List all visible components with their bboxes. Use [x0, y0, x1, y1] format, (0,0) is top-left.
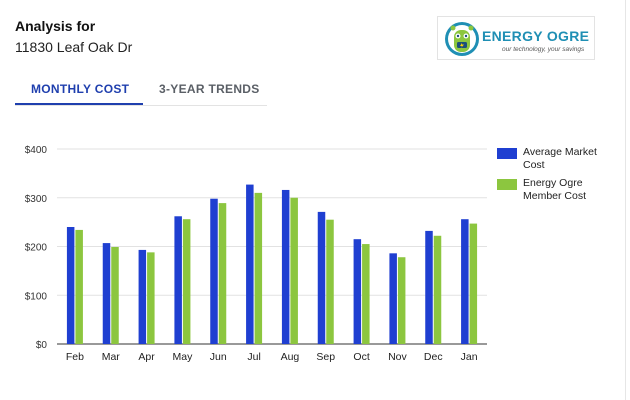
legend-swatch-average: [497, 148, 517, 159]
legend-label-member: Energy Ogre Member Cost: [523, 177, 587, 202]
bar-average: [425, 230, 433, 344]
y-tick-label: $300: [25, 194, 48, 205]
bar-average: [317, 211, 326, 344]
x-tick-label: Jan: [461, 351, 478, 363]
logo-name: ENERGY OGRE: [482, 28, 590, 44]
bar-average: [353, 239, 362, 344]
bar-member: [111, 246, 119, 344]
legend-label-average: Average Market Cost: [523, 146, 597, 171]
x-tick-label: Nov: [388, 351, 407, 363]
y-tick-label: $100: [25, 291, 48, 302]
bar-average: [281, 189, 290, 344]
tab-bar-divider: [15, 105, 267, 106]
bar-average: [66, 227, 75, 344]
ogre-mascot-icon: [445, 22, 479, 56]
bar-member: [147, 252, 155, 344]
chart-legend: Average Market Cost Energy Ogre Member C…: [497, 146, 617, 208]
tab-3-year-trends[interactable]: 3-YEAR TRENDS: [159, 82, 260, 96]
bar-member: [397, 257, 406, 344]
bar-member: [469, 223, 478, 344]
x-tick-label: Oct: [353, 351, 369, 363]
bar-average: [102, 243, 111, 344]
bar-average: [246, 184, 254, 344]
y-tick-label: $200: [25, 243, 48, 254]
bar-member: [433, 235, 442, 344]
bar-member: [290, 197, 298, 344]
bar-average: [210, 198, 218, 344]
bar-average: [174, 216, 182, 344]
x-tick-label: Aug: [281, 351, 300, 363]
logo-tagline: our technology, your savings: [502, 46, 585, 53]
bar-average: [461, 219, 469, 344]
bar-member: [362, 244, 370, 344]
x-tick-label: May: [172, 351, 193, 363]
bar-member: [218, 203, 227, 344]
tab-monthly-cost[interactable]: MONTHLY COST: [31, 82, 129, 96]
tab-bar: MONTHLY COST 3-YEAR TRENDS: [15, 80, 267, 107]
x-tick-label: Mar: [102, 351, 121, 363]
property-address: 11830 Leaf Oak Dr: [15, 39, 133, 55]
y-tick-label: $400: [25, 145, 48, 156]
legend-item-member[interactable]: Energy Ogre Member Cost: [497, 177, 617, 203]
analysis-title: Analysis for: [15, 18, 96, 34]
bar-member: [75, 229, 83, 344]
legend-item-average[interactable]: Average Market Cost: [497, 146, 617, 172]
legend-swatch-member: [497, 179, 517, 190]
y-tick-label: $0: [36, 340, 48, 351]
x-tick-label: Feb: [66, 351, 84, 363]
bar-member: [326, 219, 334, 344]
energy-ogre-logo[interactable]: ENERGY OGRE our technology, your savings: [437, 16, 595, 60]
x-tick-label: Apr: [138, 351, 155, 363]
x-tick-label: Jun: [210, 351, 227, 363]
bar-average: [138, 249, 147, 344]
x-tick-label: Jul: [247, 351, 260, 363]
x-tick-label: Sep: [316, 351, 335, 363]
bar-average: [389, 253, 397, 344]
bar-member: [254, 192, 263, 344]
analysis-page: Analysis for 11830 Leaf Oak Dr ENERGY OG…: [0, 0, 630, 400]
bar-member: [182, 219, 191, 344]
x-tick-label: Dec: [424, 351, 443, 363]
